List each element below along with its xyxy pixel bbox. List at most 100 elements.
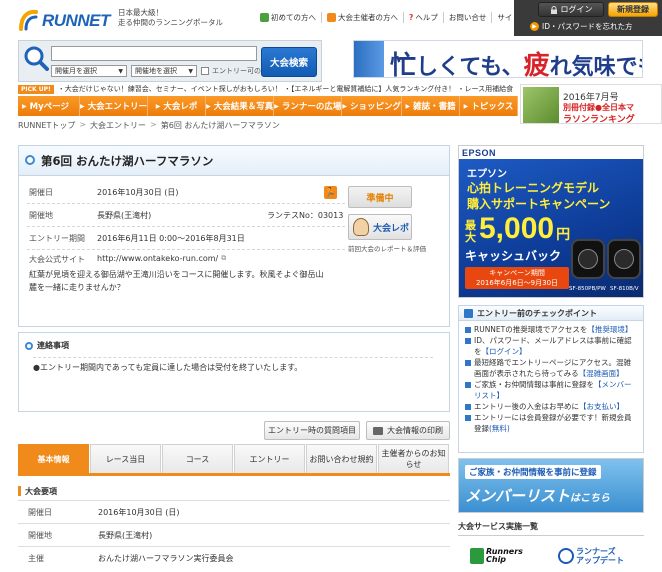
tab-basic-info[interactable]: 基本情報 <box>18 444 89 473</box>
nav-topics[interactable]: ▶ トピックス <box>460 96 518 116</box>
magazine-banner[interactable]: 2016年7月号 別冊付録●全日本マ ラソンランキング <box>520 84 662 124</box>
checkpoints-title: エントリー前のチェックポイント <box>477 308 597 318</box>
list-item: 最短経路でエントリーページにアクセス。混雑画面が表示されたら待ってみる【混雑画面… <box>465 357 638 379</box>
race-tabs: 基本情報 レース当日 コース エントリー お問い合わせ規約 主催者からのお知らせ <box>18 444 450 476</box>
bullet-icon <box>465 338 471 344</box>
nav-shopping[interactable]: ▶ ショッピング <box>342 96 403 116</box>
banner-text-b: しくても、 <box>416 55 524 78</box>
triangle-icon: ▶ <box>463 102 469 110</box>
notice-title: 連絡事項 <box>37 341 69 350</box>
top-ad-banner[interactable]: 忙しくても、疲れ気味でも… <box>353 40 643 78</box>
epson-ad-line1: エプソン <box>467 169 507 180</box>
member-banner-title: メンバーリストはこちら <box>465 485 610 506</box>
logo-text: RUNNET <box>42 11 110 30</box>
checkpoint-link[interactable]: (無料) <box>489 424 510 433</box>
page-title: 第6回 おんたけ湖ハーフマラソン <box>41 154 214 168</box>
pickup-bar: PICK UP! ・大会だけじゃない！練習会、セミナー、イベント探しがおもしろい… <box>18 84 518 94</box>
member-banner-line3: はこちら <box>570 493 611 504</box>
bullet-icon <box>465 327 471 333</box>
epson-ad-cashback: キャッシュバック <box>465 249 562 263</box>
detail-section-label: 大会要項 <box>25 486 57 496</box>
checkpoint-link[interactable]: 【お支払い】 <box>579 402 624 411</box>
report-caption: 前回大会のレポート＆評価 <box>348 245 426 253</box>
member-list-banner[interactable]: ご家族・お仲間情報を事前に登録 メンバーリストはこちら <box>458 458 644 513</box>
divider <box>458 535 644 536</box>
entry-only-label: エントリー可のみ <box>212 67 268 75</box>
entry-only-checkbox[interactable]: エントリー可のみ <box>201 66 268 76</box>
printer-icon <box>373 426 383 435</box>
official-site-link[interactable]: http://www.ontakeko-run.com/ <box>97 254 218 265</box>
header-nav-label: 大会主催者の方へ <box>338 13 398 22</box>
divider <box>27 226 345 227</box>
login-panel: ログイン 新規登録 ▶ ID・パスワードを忘れた方 <box>514 0 662 36</box>
header-nav: 初めての方へ 大会主催者の方へ ?ヘルプ お問い合せ サイトマップ <box>255 12 547 23</box>
tab-course[interactable]: コース <box>162 444 233 473</box>
bullet-icon <box>465 360 471 366</box>
info-label: 大会公式サイト <box>29 255 85 264</box>
notice-panel: 連絡事項 ●エントリー期間内であっても定員に達した場合は受付を終了いたします。 <box>18 332 450 412</box>
nav-runners-plaza[interactable]: ▶ ランナーの広場 <box>274 96 343 116</box>
epson-ad-max: 最大 <box>465 219 476 244</box>
header-nav-beginners[interactable]: 初めての方へ <box>255 12 321 23</box>
runners-update-icon <box>558 548 574 564</box>
checkpoints-list: RUNNETの推奨環境でアクセスを【推奨環境】 ID、パスワード、メールアドレス… <box>459 321 643 434</box>
nav-magazines[interactable]: ▶ 雑誌・書籍 <box>402 96 461 116</box>
race-report-label: 大会レポ <box>373 223 410 234</box>
nav-label: Myページ <box>29 102 69 112</box>
tagline-line-2: 走る仲間のランニングポータル <box>118 18 223 27</box>
entry-questions-button[interactable]: エントリー時の質問項目 <box>264 421 360 440</box>
tab-contact-terms[interactable]: お問い合わせ規約 <box>306 444 377 473</box>
race-description: 紅葉が見頃を迎える御岳湖や王滝川沿いをコースに開催します。秋風そよぐ御岳山麓を一… <box>29 270 324 292</box>
entry-status-button[interactable]: 準備中 <box>348 186 412 208</box>
runner-icon: 🏃 <box>324 186 337 199</box>
epson-ad-banner[interactable]: EPSON エプソン 心拍トレーニングモデル 購入サポートキャンペーン 最大 5… <box>458 145 644 298</box>
nav-mypage[interactable]: ▶ Myページ <box>18 96 80 116</box>
keyword-input[interactable] <box>51 46 257 61</box>
race-report-button[interactable]: 大会レポ <box>348 214 412 240</box>
login-button[interactable]: ログイン <box>538 2 604 17</box>
checkpoint-link[interactable]: 【ログイン】 <box>482 347 527 356</box>
circle-icon <box>25 341 33 350</box>
header-nav-organizers[interactable]: 大会主催者の方へ <box>321 12 403 23</box>
nav-race-entry[interactable]: ▶ 大会エントリー <box>80 96 149 116</box>
header-nav-help[interactable]: ? ヘルプ <box>403 12 443 23</box>
checkpoint-text: 最短経路でエントリーページにアクセス。混雑画面が表示されたら待ってみる【混雑画面… <box>474 357 638 379</box>
print-label: 大会情報の印刷 <box>387 426 443 435</box>
checkpoint-link[interactable]: 【推奨環境】 <box>587 325 632 334</box>
epson-ad-price: 最大 5,000 円 <box>465 214 570 244</box>
tab-organizer-news[interactable]: 主催者からのお知らせ <box>378 444 449 473</box>
area-select[interactable]: 開催地を選択 ▼ <box>131 65 197 77</box>
notice-heading: 連絡事項 <box>25 340 69 351</box>
tab-entry[interactable]: エントリー <box>234 444 305 473</box>
triangle-icon: ▶ <box>22 102 27 110</box>
checkpoint-link[interactable]: 【混雑画面】 <box>579 369 624 378</box>
row-value: 長野県(王滝村) <box>98 530 153 540</box>
runners-update-logo[interactable]: ランナーズ アップデート <box>558 545 638 567</box>
info-label: 開催地 <box>29 211 53 220</box>
detail-section-title: 大会要項 <box>18 484 450 498</box>
register-button[interactable]: 新規登録 <box>608 2 658 17</box>
breadcrumb-entry[interactable]: 大会エントリー <box>90 120 146 131</box>
race-search-button[interactable]: 大会検索 <box>261 47 317 77</box>
pickup-links[interactable]: ・大会だけじゃない！練習会、セミナー、イベント探しがおもしろい！ ・【エネルギー… <box>58 84 513 94</box>
watch-icon <box>607 239 641 279</box>
row-label: 開催地 <box>28 530 52 540</box>
banner-text: 忙しくても、疲れ気味でも… <box>390 45 642 78</box>
circle-icon <box>25 155 35 165</box>
tab-race-day[interactable]: レース当日 <box>90 444 161 473</box>
month-select[interactable]: 開催月を選択 ▼ <box>51 65 127 77</box>
nav-results-photos[interactable]: ▶ 大会結果＆写真 <box>206 96 275 116</box>
nav-race-report[interactable]: ▶ 大会レポ <box>148 96 207 116</box>
forgot-password-link[interactable]: ▶ ID・パスワードを忘れた方 <box>530 21 633 32</box>
runnet-logo[interactable]: RUNNET <box>18 8 112 32</box>
print-button[interactable]: 大会情報の印刷 <box>366 421 450 440</box>
info-row-date: 開催日 2016年10月30日 (日) <box>29 187 179 198</box>
services-title: 大会サービス実施一覧 <box>458 522 538 531</box>
breadcrumb-top[interactable]: RUNNETトップ <box>18 120 75 131</box>
header-nav-contact[interactable]: お問い合せ <box>442 12 492 23</box>
banner-text-c: 疲 <box>523 51 550 78</box>
checkbox-box[interactable] <box>201 67 209 75</box>
checkpoint-label: RUNNETの推奨環境でアクセスを <box>474 325 588 334</box>
banner-text-a: 忙 <box>390 51 417 78</box>
runners-chip-logo[interactable]: Runners Chip <box>470 545 540 567</box>
